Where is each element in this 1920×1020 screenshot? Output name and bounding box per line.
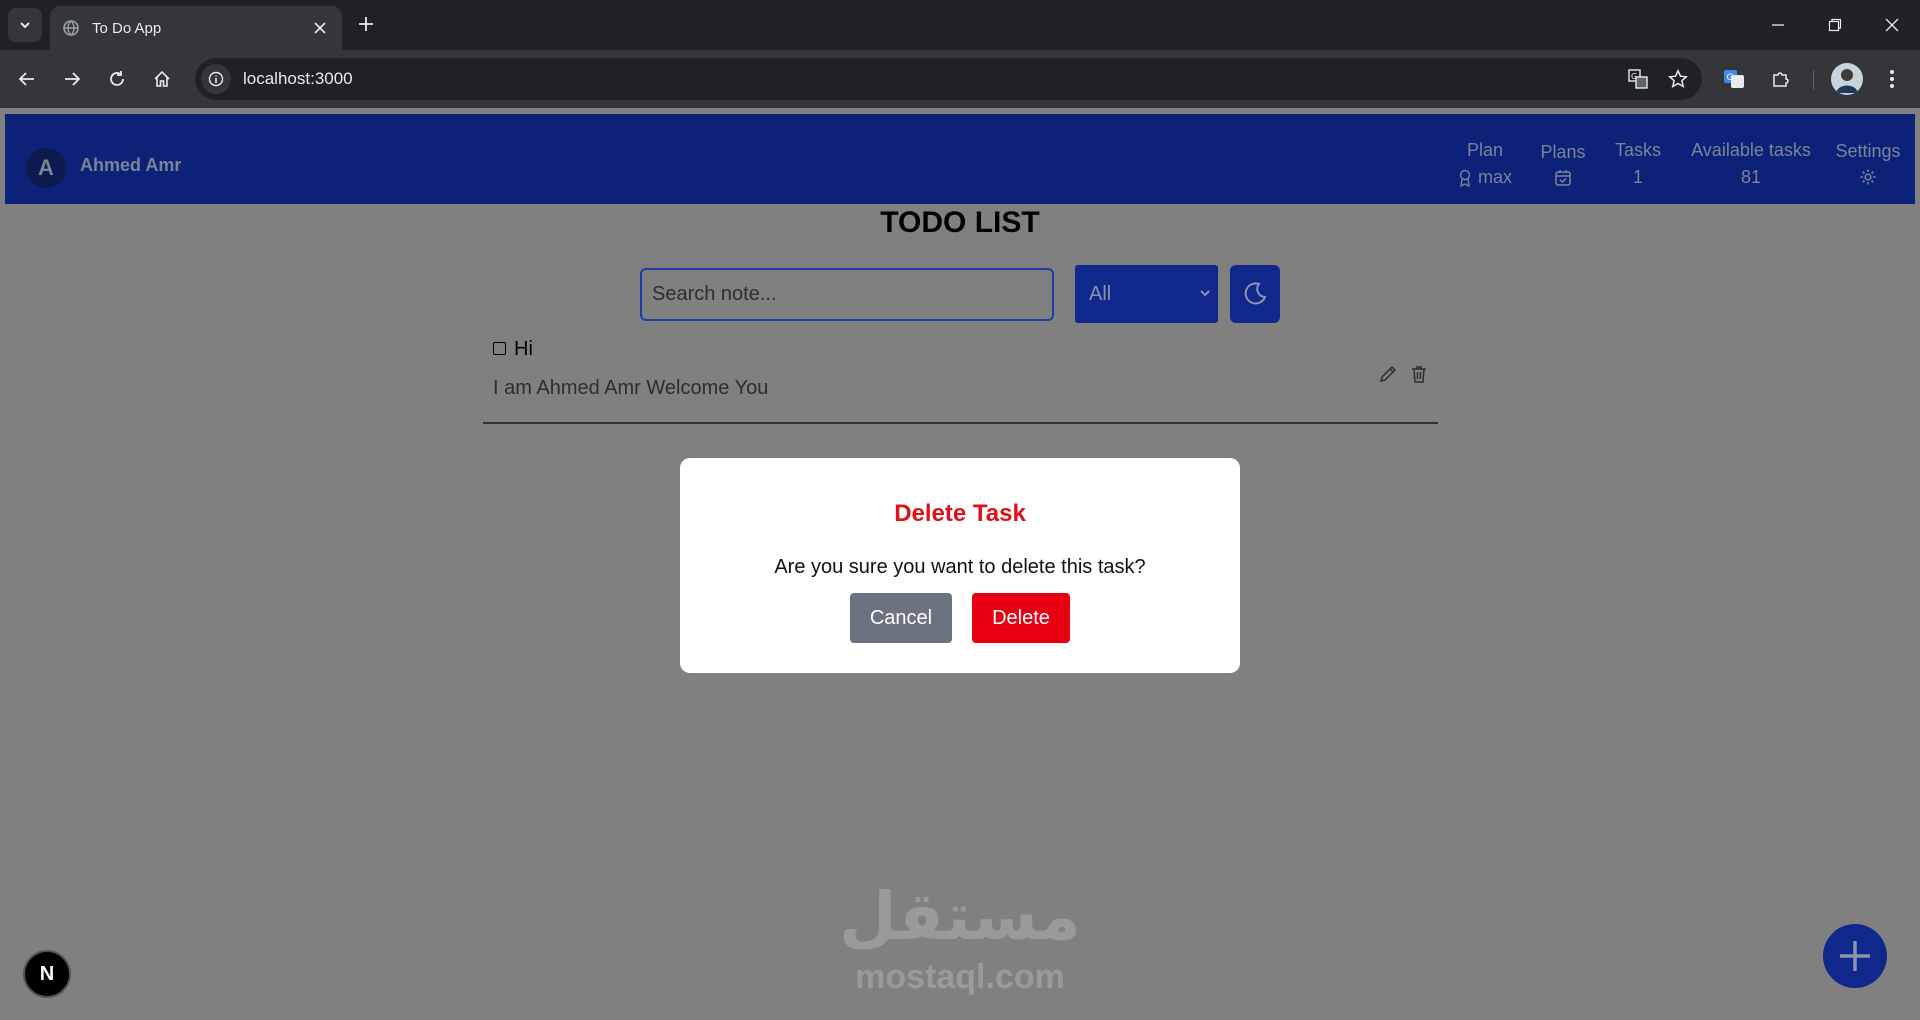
translate-button[interactable]: G: [1622, 63, 1654, 95]
minimize-button[interactable]: [1749, 0, 1806, 50]
task-description: I am Ahmed Amr Welcome You: [493, 377, 769, 399]
stat-plan[interactable]: Plan max: [1450, 140, 1520, 188]
stat-settings-label: Settings: [1835, 141, 1901, 161]
stat-plans-label: Plans: [1540, 142, 1586, 162]
puzzle-icon: [1773, 72, 1789, 87]
stat-available-value: 81: [1740, 167, 1762, 187]
stat-available-label: Available tasks: [1691, 140, 1811, 160]
browser-tab[interactable]: To Do App: [50, 6, 342, 50]
browser-menu-button[interactable]: [1876, 63, 1908, 95]
stat-plan-label: Plan: [1466, 140, 1504, 160]
pencil-icon: [1379, 365, 1397, 383]
profile-avatar-button[interactable]: [1831, 63, 1863, 95]
award-icon: [1459, 169, 1471, 187]
tab-search-button[interactable]: [8, 8, 42, 42]
stat-tasks-value: 1: [1632, 167, 1643, 187]
app-header: A Ahmed Amr Plan max Plans Tasks 1 Avail…: [5, 114, 1915, 204]
delete-task-button[interactable]: [1407, 362, 1431, 386]
user-avatar[interactable]: A: [26, 148, 66, 188]
filter-select[interactable]: All: [1075, 265, 1218, 323]
svg-text:G: G: [1727, 73, 1734, 83]
forward-button[interactable]: [56, 63, 88, 95]
new-tab-button[interactable]: [354, 12, 378, 36]
cancel-button[interactable]: Cancel: [850, 593, 952, 643]
close-tab-icon[interactable]: [310, 18, 330, 38]
close-icon: [1885, 18, 1898, 32]
edit-task-button[interactable]: [1376, 362, 1400, 386]
chevron-down-icon: [1200, 290, 1210, 297]
page-title: TODO LIST: [880, 206, 1040, 239]
search-input[interactable]: [640, 268, 1054, 321]
modal-message: Are you sure you want to delete this tas…: [774, 556, 1146, 578]
stat-settings[interactable]: Settings: [1828, 141, 1908, 186]
browser-toolbar: localhost:3000 G G: [0, 50, 1920, 108]
watermark-latin: mostaql.com: [855, 958, 1065, 996]
translate-icon: G: [1628, 69, 1648, 89]
restore-icon: [1828, 18, 1841, 32]
translate-extension-button[interactable]: G: [1718, 63, 1750, 95]
task-checkbox[interactable]: [493, 342, 506, 355]
moon-icon: [1244, 282, 1267, 305]
home-icon: [154, 70, 170, 87]
add-task-fab[interactable]: [1823, 924, 1887, 988]
stat-plans[interactable]: Plans: [1533, 142, 1593, 187]
back-button[interactable]: [11, 63, 43, 95]
gear-icon: [1860, 169, 1876, 185]
delete-task-modal: Delete Task Are you sure you want to del…: [680, 458, 1240, 673]
info-icon: [208, 71, 224, 87]
reload-icon: [110, 71, 124, 86]
globe-icon: [63, 20, 79, 36]
extensions-button[interactable]: [1765, 63, 1797, 95]
modal-title: Delete Task: [894, 500, 1026, 527]
stat-tasks[interactable]: Tasks 1: [1608, 140, 1668, 188]
stat-tasks-label: Tasks: [1614, 140, 1661, 160]
address-bar[interactable]: localhost:3000 G: [195, 58, 1702, 100]
tab-title: To Do App: [92, 19, 162, 37]
svg-text:G: G: [1631, 72, 1637, 81]
app-page: A Ahmed Amr Plan max Plans Tasks 1 Avail…: [0, 108, 1920, 1020]
plus-icon: [359, 17, 373, 31]
google-translate-icon: G: [1724, 70, 1744, 88]
close-window-button[interactable]: [1863, 0, 1920, 50]
url-text[interactable]: localhost:3000: [243, 69, 1622, 89]
nextjs-dev-badge[interactable]: N: [23, 950, 71, 998]
arrow-right-icon: [65, 72, 81, 86]
arrow-left-icon: [18, 72, 34, 86]
site-info-button[interactable]: [201, 64, 231, 94]
stat-available-tasks[interactable]: Available tasks 81: [1681, 140, 1821, 188]
home-button[interactable]: [146, 63, 178, 95]
browser-tabbar: To Do App: [0, 0, 1920, 50]
profile-icon: [1836, 69, 1858, 93]
toolbar-divider: [1813, 70, 1814, 90]
minimize-icon: [1771, 24, 1784, 26]
chevron-down-icon: [20, 22, 30, 29]
confirm-delete-button[interactable]: Delete: [972, 593, 1070, 643]
reload-button[interactable]: [101, 63, 133, 95]
star-icon: [1668, 69, 1688, 89]
stat-plan-value: max: [1477, 167, 1512, 187]
plus-icon: [1840, 941, 1870, 971]
task-item: Hi I am Ahmed Amr Welcome You: [483, 328, 1438, 424]
filter-selected-value: All: [1089, 282, 1112, 305]
kebab-menu-icon: [1890, 70, 1894, 88]
calendar-check-icon: [1555, 170, 1571, 186]
watermark-arabic: مستقل: [839, 878, 1081, 955]
user-name: Ahmed Amr: [80, 155, 182, 175]
restore-button[interactable]: [1806, 0, 1863, 50]
theme-toggle-button[interactable]: [1230, 265, 1280, 323]
bookmark-button[interactable]: [1662, 63, 1694, 95]
task-title: Hi: [514, 338, 533, 360]
trash-icon: [1412, 366, 1426, 383]
